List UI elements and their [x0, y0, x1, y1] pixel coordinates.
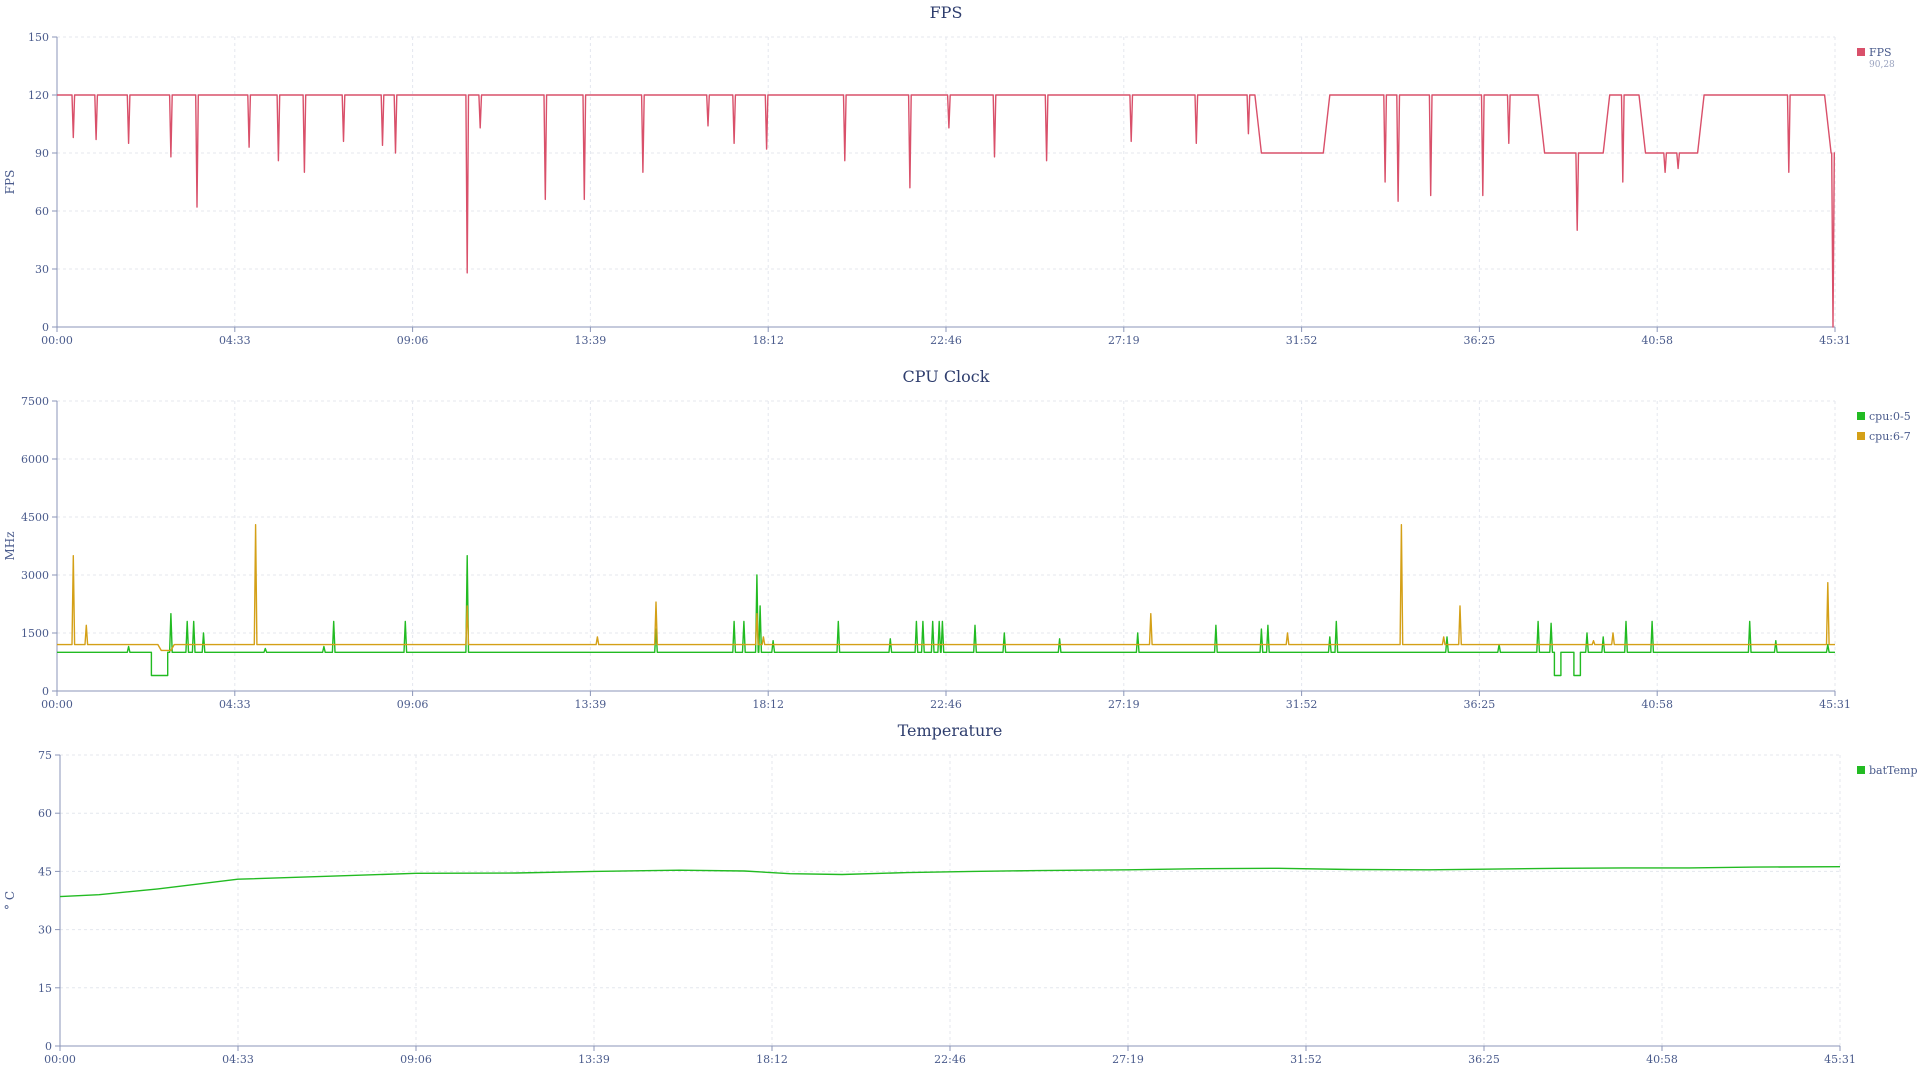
y-tick-label: 4500: [21, 511, 49, 524]
y-tick-label: 30: [38, 924, 52, 937]
x-tick-label: 00:00: [44, 1053, 76, 1066]
y-tick-label: 30: [35, 263, 49, 276]
x-tick-label: 36:25: [1464, 698, 1496, 711]
y-tick-label: 45: [38, 865, 52, 878]
chart-title: CPU Clock: [903, 367, 990, 386]
x-tick-label: 09:06: [397, 698, 429, 711]
x-tick-label: 04:33: [219, 698, 251, 711]
y-tick-label: 60: [38, 807, 52, 820]
y-tick-label: 120: [28, 89, 49, 102]
chart-title: Temperature: [898, 721, 1003, 740]
x-tick-label: 18:12: [752, 698, 784, 711]
x-tick-label: 00:00: [41, 334, 73, 347]
x-tick-label: 18:12: [756, 1053, 788, 1066]
y-tick-label: 150: [28, 31, 49, 44]
y-tick-label: 60: [35, 205, 49, 218]
x-tick-label: 40:58: [1641, 334, 1673, 347]
x-tick-label: 40:58: [1646, 1053, 1678, 1066]
x-tick-label: 22:46: [934, 1053, 966, 1066]
x-tick-label: 13:39: [578, 1053, 610, 1066]
y-tick-label: 75: [38, 749, 52, 762]
y-tick-label: 0: [45, 1040, 52, 1053]
chart-title: FPS: [930, 3, 963, 22]
y-tick-label: 0: [42, 685, 49, 698]
x-tick-label: 27:19: [1108, 698, 1140, 711]
legend-sublabel: 90,28: [1869, 60, 1895, 70]
y-tick-label: 1500: [21, 627, 49, 640]
x-tick-label: 27:19: [1108, 334, 1140, 347]
legend-swatch: [1857, 766, 1865, 774]
y-tick-label: 6000: [21, 453, 49, 466]
x-tick-label: 22:46: [930, 334, 962, 347]
x-tick-label: 31:52: [1286, 698, 1318, 711]
legend-label: cpu:6-7: [1869, 430, 1911, 443]
x-tick-label: 22:46: [930, 698, 962, 711]
y-axis-label: FPS: [3, 170, 17, 195]
legend-swatch: [1857, 412, 1865, 420]
x-tick-label: 27:19: [1112, 1053, 1144, 1066]
x-tick-label: 31:52: [1286, 334, 1318, 347]
y-tick-label: 90: [35, 147, 49, 160]
x-tick-label: 45:31: [1824, 1053, 1856, 1066]
x-tick-label: 09:06: [397, 334, 429, 347]
performance-charts: FPS030609012015000:00 04:33 09:06 13:39 18:1…: [3, 3, 1918, 1066]
x-tick-label: 13:39: [575, 334, 607, 347]
x-tick-label: 04:33: [222, 1053, 254, 1066]
x-tick-label: 13:39: [575, 698, 607, 711]
y-axis-label: ° C: [3, 891, 17, 910]
x-tick-label: 40:58: [1641, 698, 1673, 711]
legend-swatch: [1857, 432, 1865, 440]
legend-label: FPS: [1869, 46, 1892, 59]
y-tick-label: 7500: [21, 395, 49, 408]
x-tick-label: 09:06: [400, 1053, 432, 1066]
legend-label: cpu:0-5: [1869, 410, 1911, 423]
y-tick-label: 0: [42, 321, 49, 334]
x-tick-label: 18:12: [752, 334, 784, 347]
legend-swatch: [1857, 48, 1865, 56]
y-tick-label: 15: [38, 982, 52, 995]
series-line-cpu:0-5: [57, 555, 1835, 677]
x-tick-label: 36:25: [1464, 334, 1496, 347]
x-tick-label: 36:25: [1468, 1053, 1500, 1066]
y-tick-label: 3000: [21, 569, 49, 582]
x-tick-label: 31:52: [1290, 1053, 1322, 1066]
y-axis-label: MHz: [3, 531, 17, 560]
x-tick-label: 45:31: [1819, 334, 1851, 347]
x-tick-label: 04:33: [219, 334, 251, 347]
x-tick-label: 45:31: [1819, 698, 1851, 711]
legend-label: batTemp: [1869, 764, 1918, 777]
x-tick-label: 00:00: [41, 698, 73, 711]
